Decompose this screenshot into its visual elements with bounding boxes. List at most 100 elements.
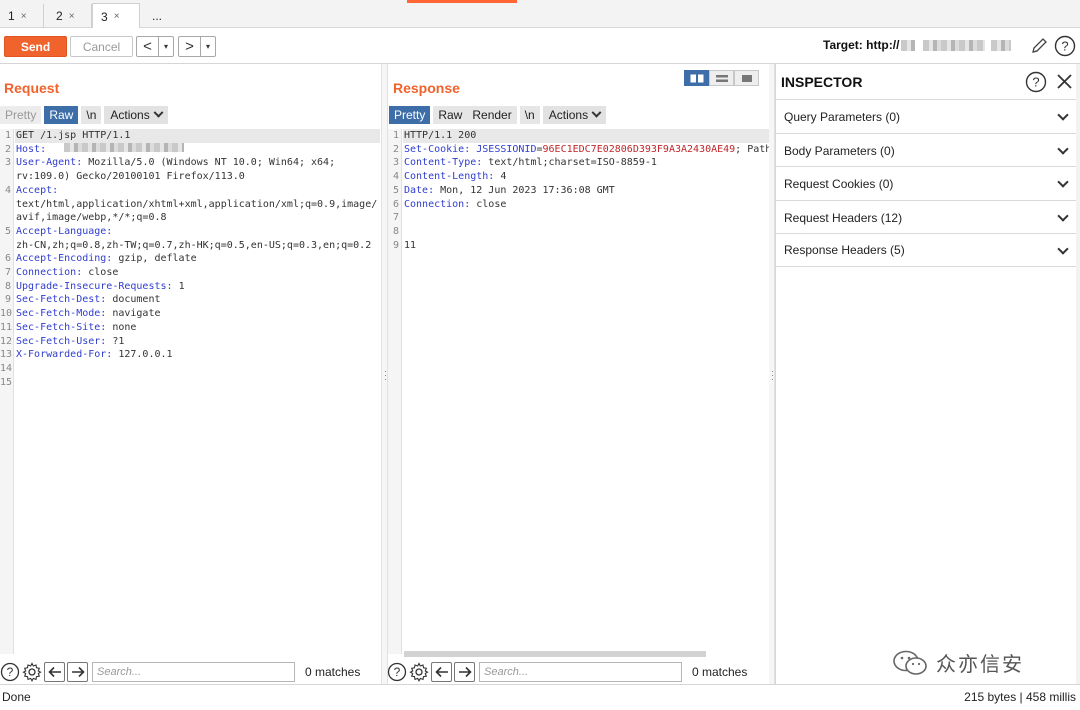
code-text: 4 [494,171,507,183]
tab-label: 3 [101,9,108,24]
code-line: Date: Mon, 12 Jun 2023 17:36:08 GMT [404,184,769,198]
forward-dropdown-icon[interactable]: ▾ [201,37,215,56]
chevron-down-icon [1057,109,1069,121]
response-line-numbers: 1 2 3 45 6 78 9 [388,129,402,654]
back-dropdown-icon[interactable]: ▾ [159,37,173,56]
tab-accent-bar [407,0,517,3]
inspector-row-label: Response Headers (5) [784,243,905,257]
inspector-response-headers[interactable]: Response Headers (5) [776,233,1079,267]
response-render-tab[interactable]: Render [467,106,517,124]
code-text: 11 [404,239,417,251]
inspector-request-cookies[interactable]: Request Cookies (0) [776,166,1079,200]
settings-gear-icon[interactable] [22,662,42,682]
request-search-input[interactable]: Search... [92,662,295,682]
line-number: 1 [392,130,399,141]
code-text: text/html;charset=ISO-8859-1 [482,157,657,169]
request-raw-tab[interactable]: Raw [44,106,79,124]
line-number: 5 [4,225,11,237]
response-code[interactable]: HTTP/1.1 200 Set-Cookie: JSESSIONID=96EC1… [404,129,769,252]
code-text: GET /1.jsp HTTP/1.1 [16,130,131,141]
search-next-button[interactable] [67,662,88,682]
request-search-bar: ? Search... 0 matches [0,660,360,684]
chevron-down-icon [1057,143,1069,155]
header-name: Date: [404,184,435,196]
request-view-tabs: Pretty Raw \n Actions [0,106,168,124]
header-name: Set-Cookie: [404,143,471,155]
response-actions-menu[interactable]: Actions [542,106,607,124]
line-number: 10 [0,308,13,320]
header-name: Accept: [16,184,59,196]
search-next-button[interactable] [454,662,475,682]
layout-stacked-button[interactable] [709,70,734,86]
inspector-splitter[interactable]: · · · [768,64,775,684]
search-previous-button[interactable] [431,662,452,682]
tab-close-icon[interactable]: × [114,11,120,22]
request-title: Request [4,80,60,96]
code-line: 11 [404,239,769,253]
help-icon[interactable]: ? [0,662,20,682]
inspector-row-label: Request Cookies (0) [784,176,894,191]
code-text: 1 [172,280,185,292]
target-display[interactable]: Target: http:// [823,38,1012,52]
line-number: 9 [4,294,11,306]
response-search-input[interactable]: Search... [479,662,682,682]
response-newline-toggle[interactable]: \n [519,106,540,124]
forward-arrow-icon[interactable]: > [179,37,201,56]
line-number: 9 [392,239,399,251]
line-number: 3 [4,157,11,169]
inspector-request-headers[interactable]: Request Headers (12) [776,200,1079,234]
inspector-body-parameters[interactable]: Body Parameters (0) [776,133,1079,167]
redacted-host [923,39,986,51]
request-code[interactable]: GET /1.jsp HTTP/1.1 Host: User-Agent: Moz… [16,129,377,389]
inspector-scrollbar[interactable] [1076,64,1080,684]
line-number [0,198,11,212]
response-pretty-tab[interactable]: Pretty [389,106,431,124]
code-text: gzip, deflate [112,253,197,265]
header-name: Connection: [404,198,471,210]
response-editor[interactable]: 123456789 HTTP/1.1 200 Set-Cookie: JSESSI… [388,129,769,654]
help-icon[interactable]: ? [387,662,407,682]
header-name: JSESSIONID [476,143,537,155]
line-number [0,170,11,184]
header-name: X-Forwarded-For: [16,349,113,361]
code-line: Set-Cookie: JSESSIONID=96EC1EDC7E02806D3… [404,143,769,157]
request-editor[interactable]: 123 4 5 6 7 8 9 10 11 12 13 14 15 GET /1.jsp HTTP… [0,129,381,654]
layout-tabs-button[interactable] [734,70,759,86]
tab-more[interactable]: ... [144,4,174,28]
history-back-control: < ▾ [136,36,174,57]
wechat-logo-icon [893,650,927,675]
watermark-text: 众亦信安 [936,654,1024,676]
code-line: Connection: close [16,266,377,280]
code-line: Content-Type: text/html;charset=ISO-8859… [404,156,769,170]
cancel-button[interactable]: Cancel [70,36,133,57]
rows-icon [715,74,728,82]
settings-gear-icon[interactable] [409,662,429,682]
request-pretty-tab[interactable]: Pretty [0,106,42,124]
tab-3[interactable]: 3 × [92,3,140,29]
close-icon[interactable] [1056,73,1073,90]
send-button[interactable]: Send [4,36,67,57]
edit-target-pencil-icon[interactable] [1030,37,1048,55]
panel-splitter[interactable]: · · · [381,64,388,684]
help-icon[interactable]: ? [1054,35,1076,57]
response-raw-tab[interactable]: Raw [433,106,468,124]
request-newline-toggle[interactable]: \n [81,106,102,124]
tab-bar: 1 × 2 × 3 × ... [0,0,1080,29]
search-previous-button[interactable] [44,662,65,682]
inspector-query-parameters[interactable]: Query Parameters (0) [776,99,1079,133]
inspector-row-label: Request Headers (12) [784,210,903,225]
line-number: 8 [392,225,399,237]
tab-close-icon[interactable]: × [69,11,75,22]
code-line: avif,image/webp,*/*;q=0.8 [16,211,377,225]
tab-close-icon[interactable]: × [21,11,27,22]
layout-side-by-side-button[interactable] [684,70,709,86]
back-arrow-icon[interactable]: < [137,37,159,56]
request-actions-menu[interactable]: Actions [104,106,168,124]
response-horizontal-scrollbar[interactable] [404,651,706,657]
tab-1[interactable]: 1 × [0,4,44,28]
help-icon[interactable]: ? [1025,71,1047,93]
tab-2[interactable]: 2 × [48,4,92,28]
line-number: 6 [392,198,399,210]
